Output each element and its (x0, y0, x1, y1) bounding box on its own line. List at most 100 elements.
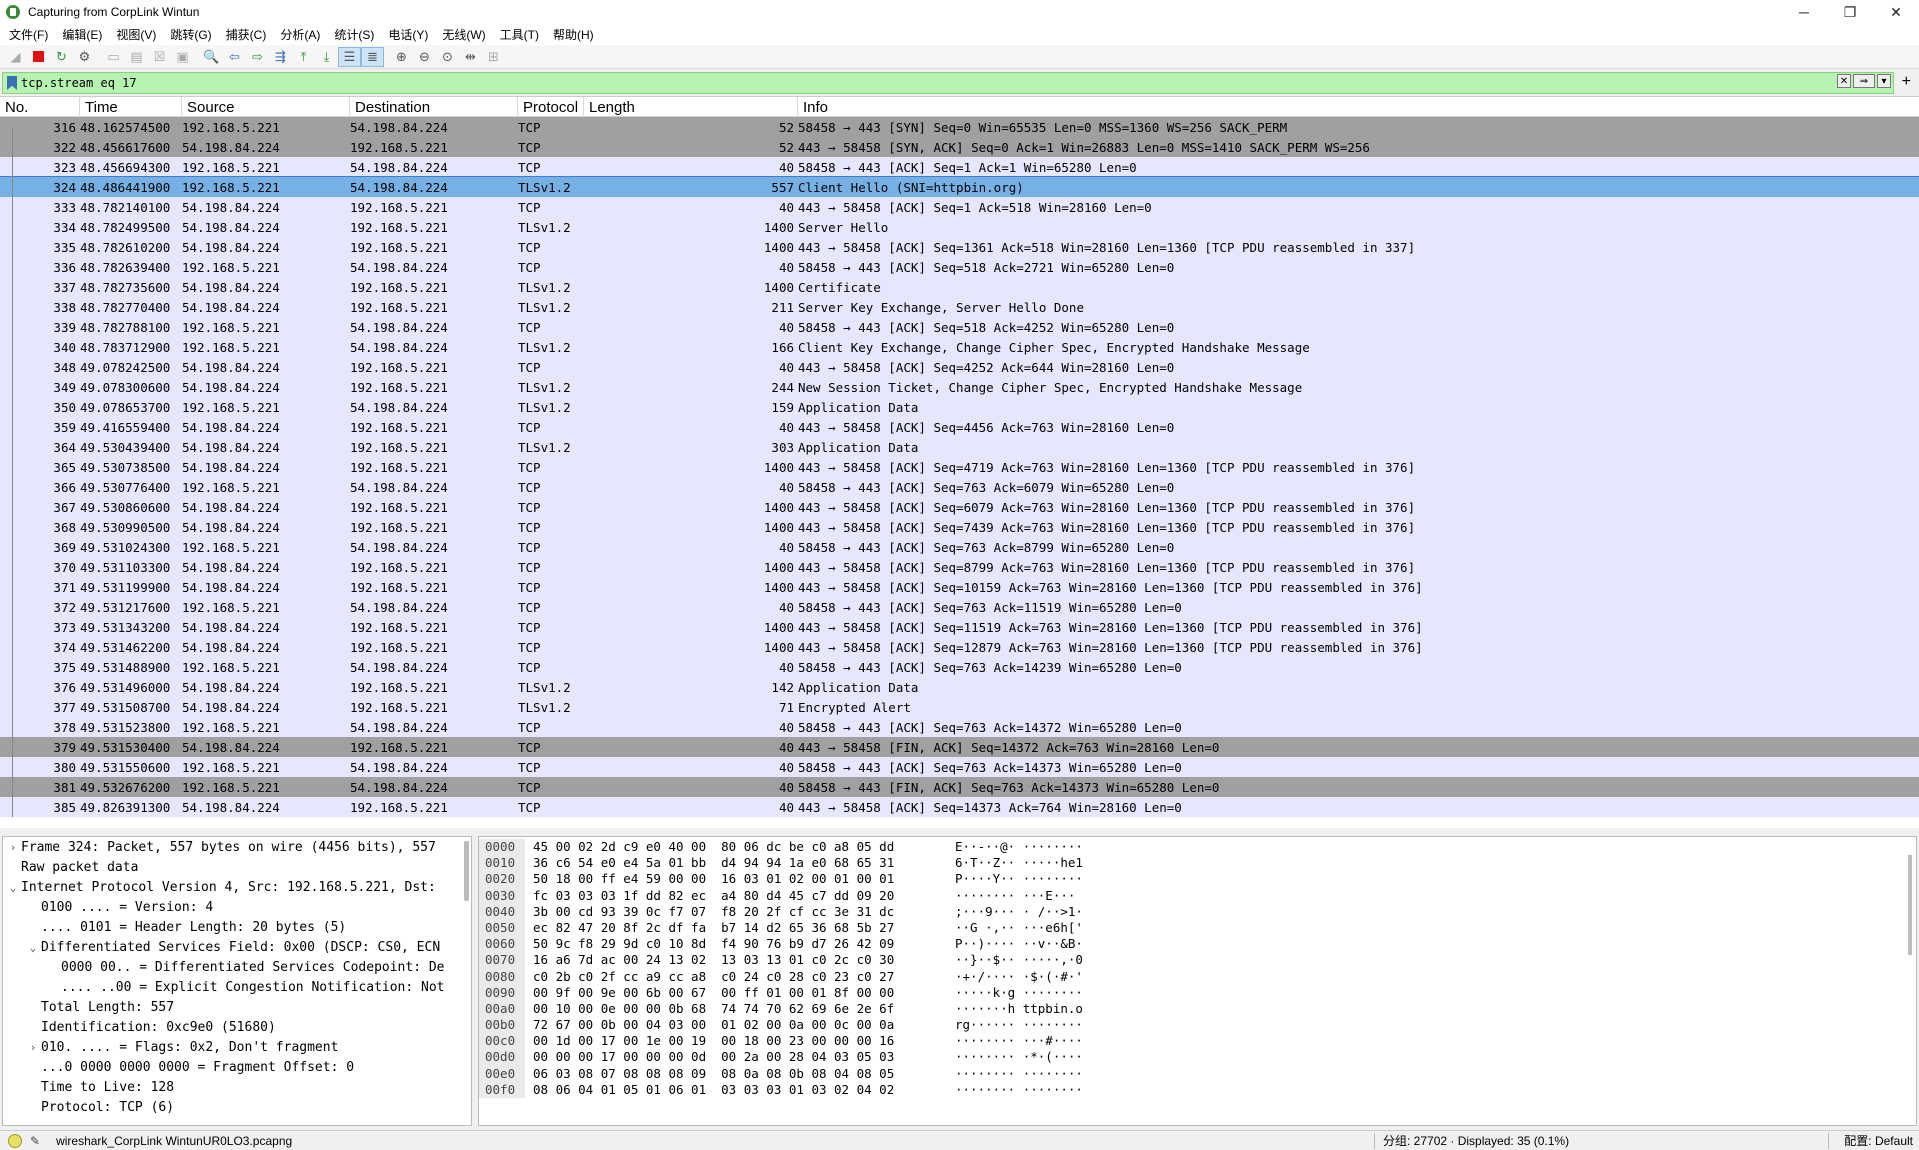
table-row[interactable]: 323 48.456694300 192.168.5.221 54.198.84.22… (0, 157, 1919, 177)
menu-capture[interactable]: 捕获(C) (219, 26, 274, 43)
detail-tree-item[interactable]: ⌄ Internet Protocol Version 4, Src: 192.1… (3, 877, 471, 897)
table-row[interactable]: 335 48.782610200 54.198.84.224 192.168.5.22… (0, 237, 1919, 257)
hex-line[interactable]: 00b0 72 67 00 0b 00 04 03 00 01 02 00 0a … (479, 1017, 1916, 1034)
zoom-normal-icon[interactable]: ⊙ (436, 47, 459, 67)
table-row[interactable]: 316 48.162574500 192.168.5.221 54.198.84.22… (0, 117, 1919, 137)
menu-go[interactable]: 跳转(G) (163, 26, 218, 43)
table-row[interactable]: 322 48.456617600 54.198.84.224 192.168.5.22… (0, 137, 1919, 157)
hex-line[interactable]: 00e0 06 03 08 07 08 08 08 09 08 0a 08 0b … (479, 1065, 1916, 1082)
apply-filter-icon[interactable]: ⇒ (1853, 74, 1875, 88)
status-profile[interactable]: 配置: Default (1844, 1132, 1913, 1149)
save-file-icon[interactable]: ▤ (125, 47, 148, 67)
bookmark-icon[interactable] (7, 76, 17, 90)
first-packet-icon[interactable]: ⤒ (292, 47, 315, 67)
add-filter-button-icon[interactable]: + (1902, 73, 1911, 91)
hex-line[interactable]: 0090 00 9f 00 9e 00 6b 00 67 00 ff 01 00 … (479, 984, 1916, 1001)
table-row[interactable]: 364 49.530439400 54.198.84.224 192.168.5.22… (0, 437, 1919, 457)
close-file-icon[interactable]: ☒ (148, 47, 171, 67)
detail-tree-item[interactable]: 0100 .... = Version: 4 (3, 897, 471, 917)
minimize-button[interactable]: ─ (1781, 0, 1827, 24)
maximize-button[interactable]: ❐ (1827, 0, 1873, 24)
table-row[interactable]: 385 49.826391300 54.198.84.224 192.168.5.22… (0, 797, 1919, 817)
table-row[interactable]: 334 48.782499500 54.198.84.224 192.168.5.22… (0, 217, 1919, 237)
column-info[interactable]: Info (798, 97, 1919, 117)
detail-tree-item[interactable]: 0000 00.. = Differentiated Services Code… (3, 957, 471, 977)
go-to-packet-icon[interactable]: ⇶ (269, 47, 292, 67)
hex-line[interactable]: 00d0 00 00 00 17 00 00 00 0d 00 2a 00 28 … (479, 1049, 1916, 1066)
table-row[interactable]: 372 49.531217600 192.168.5.221 54.198.84.22… (0, 597, 1919, 617)
table-row[interactable]: 337 48.782735600 54.198.84.224 192.168.5.22… (0, 277, 1919, 297)
menu-view[interactable]: 视图(V) (109, 26, 163, 43)
open-file-icon[interactable]: ▭ (102, 47, 125, 67)
hex-line[interactable]: 00c0 00 1d 00 17 00 1e 00 19 00 18 00 23 … (479, 1033, 1916, 1050)
detail-tree-item[interactable]: › 010. .... = Flags: 0x2, Don't fragment (3, 1037, 471, 1057)
table-row[interactable]: 375 49.531488900 192.168.5.221 54.198.84.22… (0, 657, 1919, 677)
table-row[interactable]: 379 49.531530400 54.198.84.224 192.168.5.22… (0, 737, 1919, 757)
hex-line[interactable]: 0050 ec 82 47 20 8f 2c df fa b7 14 d2 65 … (479, 919, 1916, 937)
start-capture-icon[interactable]: ◢ (4, 47, 27, 67)
hex-line[interactable]: 0040 3b 00 cd 93 39 0c f7 07 f8 20 2f cf … (479, 903, 1916, 920)
table-row[interactable]: 367 49.530860600 54.198.84.224 192.168.5.22… (0, 497, 1919, 517)
capture-comment-icon[interactable]: ✎ (30, 1134, 40, 1148)
table-row[interactable]: 369 49.531024300 192.168.5.221 54.198.84.22… (0, 537, 1919, 557)
detail-tree-item[interactable]: Total Length: 557 (3, 997, 471, 1017)
find-packet-icon[interactable]: 🔍 (200, 47, 223, 67)
menu-edit[interactable]: 编辑(E) (55, 26, 109, 43)
table-row[interactable]: 349 49.078300600 54.198.84.224 192.168.5.22… (0, 377, 1919, 397)
table-row[interactable]: 336 48.782639400 192.168.5.221 54.198.84.22… (0, 257, 1919, 277)
table-row[interactable]: 377 49.531508700 54.198.84.224 192.168.5.22… (0, 697, 1919, 717)
clear-filter-icon[interactable]: ✕ (1837, 74, 1851, 88)
capture-options-icon[interactable]: ⚙ (73, 47, 96, 67)
zoom-out-icon[interactable]: ⊖ (413, 47, 436, 67)
detail-tree-item[interactable]: .... 0101 = Header Length: 20 bytes (5) (3, 917, 471, 937)
table-row[interactable]: 371 49.531199900 54.198.84.224 192.168.5.22… (0, 577, 1919, 597)
detail-tree-item[interactable]: ...0 0000 0000 0000 = Fragment Offset: 0 (3, 1057, 471, 1077)
menu-help[interactable]: 帮助(H) (546, 26, 601, 43)
hex-line[interactable]: 0010 36 c6 54 e0 e4 5a 01 bb d4 94 94 1a … (479, 855, 1916, 872)
go-forward-icon[interactable]: ⇨ (246, 47, 269, 67)
table-row[interactable]: 366 49.530776400 192.168.5.221 54.198.84.22… (0, 477, 1919, 497)
table-row[interactable]: 381 49.532676200 192.168.5.221 54.198.84.22… (0, 777, 1919, 797)
table-row[interactable]: 338 48.782770400 54.198.84.224 192.168.5.22… (0, 297, 1919, 317)
menu-wireless[interactable]: 无线(W) (435, 26, 492, 43)
restart-capture-icon[interactable]: ↻ (50, 47, 73, 67)
display-filter-input[interactable]: tcp.stream eq 17 (21, 76, 137, 90)
menu-tools[interactable]: 工具(T) (493, 26, 546, 43)
table-row[interactable]: 373 49.531343200 54.198.84.224 192.168.5.22… (0, 617, 1919, 637)
detail-tree-item[interactable]: Time to Live: 128 (3, 1077, 471, 1097)
collapsed-arrow-icon[interactable]: › (25, 1041, 41, 1054)
go-back-icon[interactable]: ⇦ (223, 47, 246, 67)
column-source[interactable]: Source (182, 97, 350, 117)
hex-line[interactable]: 0080 c0 2b c0 2f cc a9 cc a8 c0 24 c0 28 … (479, 968, 1916, 985)
hex-line[interactable]: 0070 16 a6 7d ac 00 24 13 02 13 03 13 01 … (479, 952, 1916, 969)
menu-file[interactable]: 文件(F) (2, 26, 55, 43)
table-row[interactable]: 348 49.078242500 54.198.84.224 192.168.5.22… (0, 357, 1919, 377)
display-filter-bar[interactable]: tcp.stream eq 17 ✕ ⇒ ▾ + (2, 72, 1911, 94)
colorize-icon[interactable]: ≣ (361, 46, 384, 67)
last-packet-icon[interactable]: ⤓ (315, 47, 338, 67)
reload-file-icon[interactable]: ▣ (171, 47, 194, 67)
bytes-scrollbar[interactable] (1908, 855, 1912, 955)
collapsed-arrow-icon[interactable]: › (5, 841, 21, 854)
hex-line[interactable]: 00a0 00 10 00 0e 00 00 0b 68 74 74 70 62 … (479, 1000, 1916, 1018)
detail-tree-item[interactable]: › Frame 324: Packet, 557 bytes on wire (4… (3, 837, 471, 857)
table-row[interactable]: 374 49.531462200 54.198.84.224 192.168.5.22… (0, 637, 1919, 657)
table-row[interactable]: 359 49.416559400 54.198.84.224 192.168.5.22… (0, 417, 1919, 437)
column-destination[interactable]: Destination (350, 97, 518, 117)
zoom-in-icon[interactable]: ⊕ (390, 47, 413, 67)
column-time[interactable]: Time (80, 97, 182, 117)
column-no[interactable]: No. (0, 97, 80, 117)
hex-line[interactable]: 0030 fc 03 03 03 1f dd 82 ec a4 80 d4 45 … (479, 887, 1916, 904)
expanded-arrow-icon[interactable]: ⌄ (25, 941, 41, 954)
table-row[interactable]: 365 49.530738500 54.198.84.224 192.168.5.22… (0, 457, 1919, 477)
expanded-arrow-icon[interactable]: ⌄ (5, 881, 21, 894)
layout-icon[interactable]: ⊞ (482, 47, 505, 67)
resize-columns-icon[interactable]: ⇹ (459, 47, 482, 67)
table-row[interactable]: 340 48.783712900 192.168.5.221 54.198.84.22… (0, 337, 1919, 357)
hex-line[interactable]: 00f0 08 06 04 01 05 01 06 01 03 03 03 01 … (479, 1081, 1916, 1098)
table-row[interactable]: 376 49.531496000 54.198.84.224 192.168.5.22… (0, 677, 1919, 697)
table-row[interactable]: 350 49.078653700 192.168.5.221 54.198.84.22… (0, 397, 1919, 417)
autoscroll-icon[interactable]: ☰ (338, 46, 361, 67)
hex-line[interactable]: 0020 50 18 00 ff e4 59 00 00 16 03 01 02 … (479, 871, 1916, 888)
hex-line[interactable]: 0060 50 9c f8 29 9d c0 10 8d f4 90 76 b9 … (479, 936, 1916, 953)
